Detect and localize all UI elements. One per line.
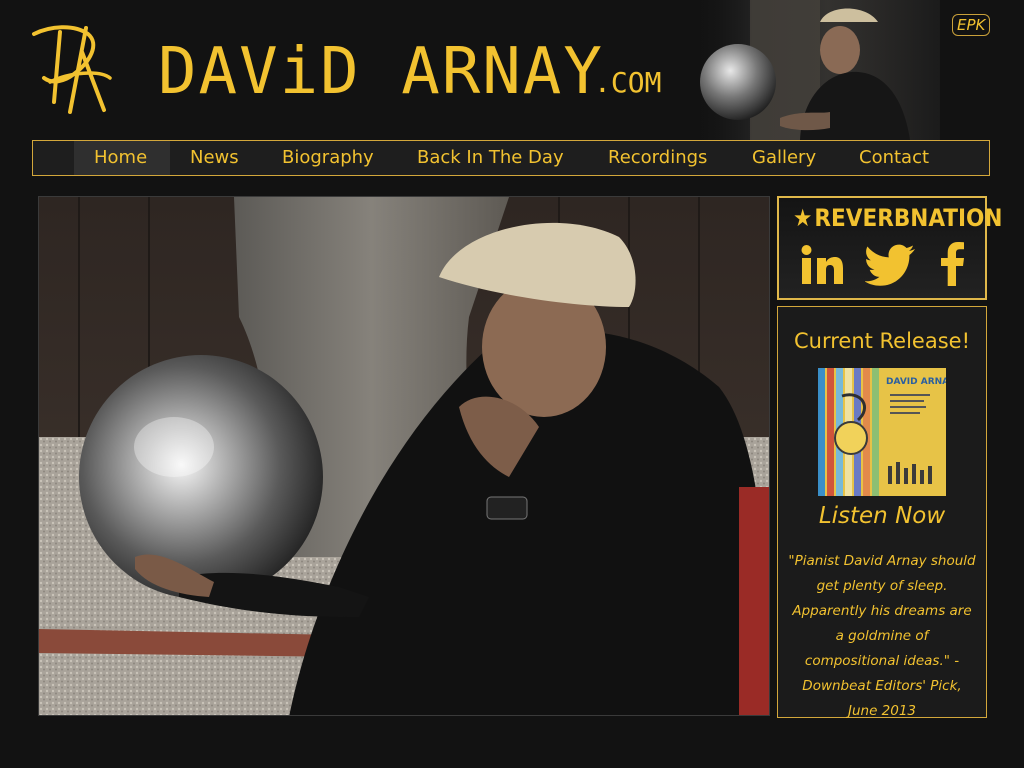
album-cover[interactable]: DAVID ARNAY: [818, 368, 955, 496]
site-title[interactable]: DAViD ARNAY: [158, 36, 604, 108]
site-title-suffix: .COM: [594, 66, 662, 99]
nav-item-gallery[interactable]: Gallery: [752, 141, 816, 175]
reverbnation-star-icon: ★: [793, 204, 813, 232]
album-artist-text: DAVID ARNAY: [886, 377, 946, 387]
facebook-icon[interactable]: [939, 242, 965, 286]
nav-item-news[interactable]: News: [190, 141, 239, 175]
site-header: DAViD ARNAY .COM EPK: [0, 0, 1024, 140]
current-release-box: Current Release! DAVID ARNAY Liste: [777, 306, 987, 719]
current-release-heading: Current Release!: [793, 329, 971, 353]
press-quote: "Pianist David Arnay should get plenty o…: [788, 553, 976, 719]
hero-photo: [38, 196, 770, 716]
social-links-box: ★REVERBNATION: [777, 196, 1002, 300]
nav-item-recordings[interactable]: Recordings: [608, 141, 707, 175]
reverbnation-label: REVERBNATION: [814, 204, 1003, 232]
reverbnation-link[interactable]: ★REVERBNATION: [793, 204, 1002, 232]
nav-item-contact[interactable]: Contact: [859, 141, 929, 175]
nav-item-biography[interactable]: Biography: [282, 141, 374, 175]
epk-link[interactable]: EPK: [952, 14, 991, 36]
signature-logo-icon[interactable]: [30, 22, 114, 118]
twitter-icon[interactable]: [865, 244, 917, 286]
listen-now-link[interactable]: Listen Now: [778, 503, 986, 529]
nav-item-back-in-the-day[interactable]: Back In The Day: [417, 141, 564, 175]
header-photo: [690, 0, 940, 140]
nav-item-home[interactable]: Home: [94, 141, 147, 175]
linkedin-icon[interactable]: [800, 244, 844, 286]
main-nav: Home News Biography Back In The Day Reco…: [32, 140, 990, 176]
